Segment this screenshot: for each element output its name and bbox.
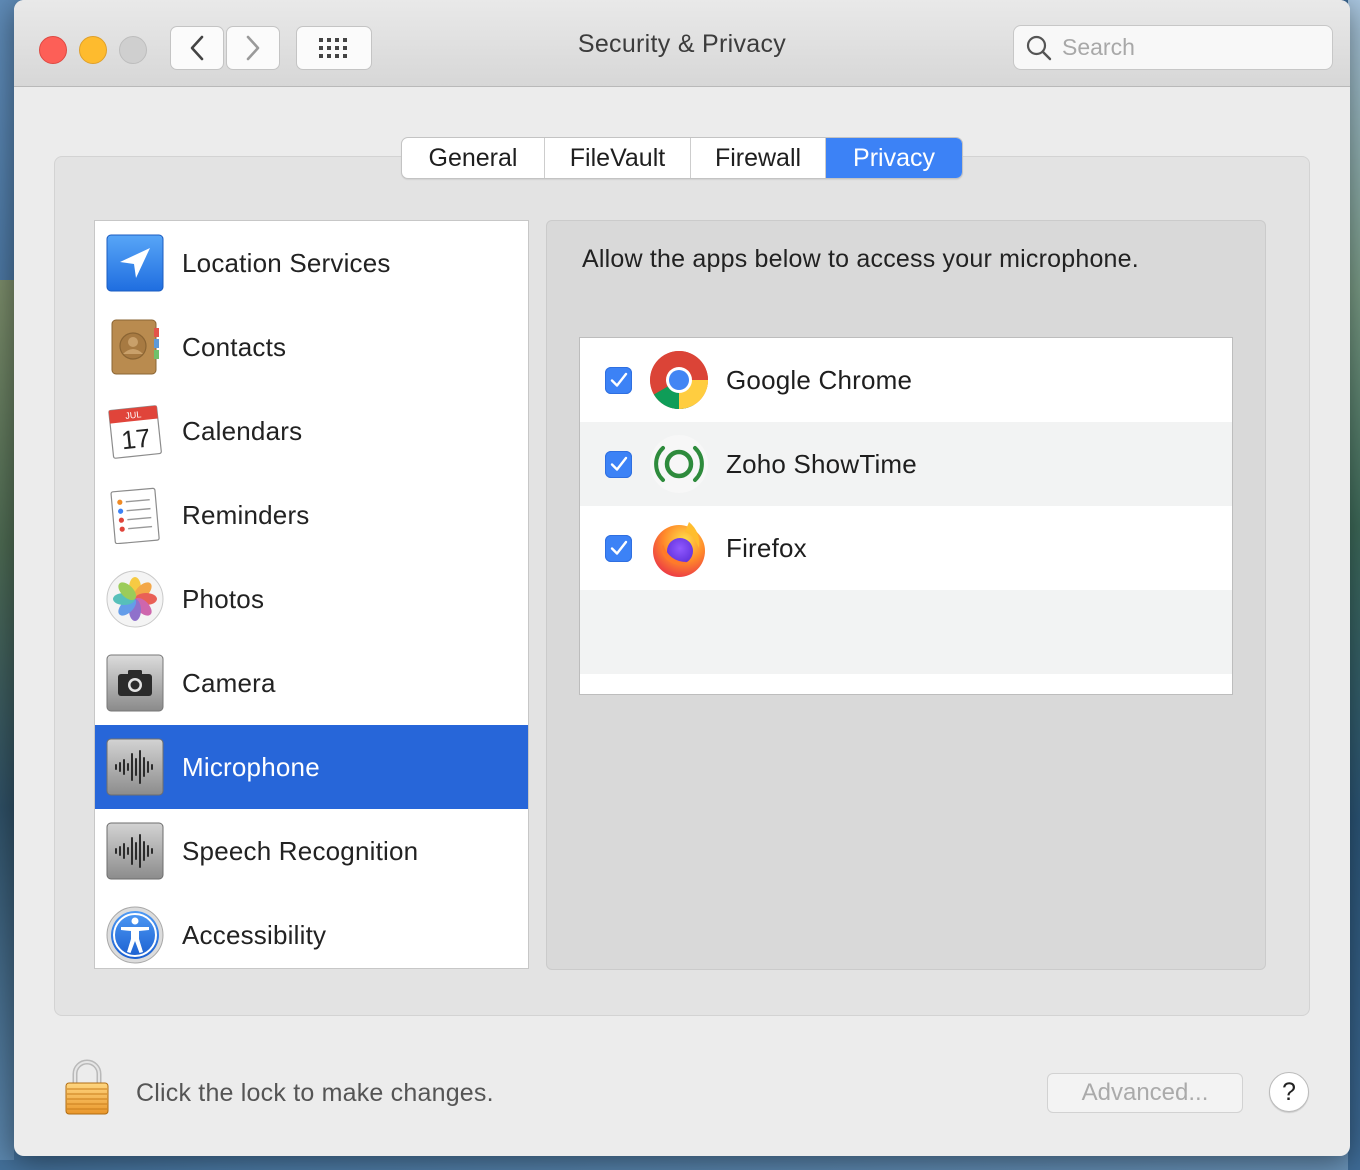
reminders-list-icon [106, 486, 164, 544]
search-field[interactable] [1013, 25, 1333, 70]
microphone-waveform-icon [106, 738, 164, 796]
calendar-month-text: JUL [125, 409, 142, 421]
photos-flower-icon [106, 570, 164, 628]
app-name: Google Chrome [726, 364, 913, 395]
desktop-wallpaper-left [0, 280, 14, 1160]
zoho-showtime-icon [650, 435, 708, 493]
sidebar-item-contacts[interactable]: Contacts [95, 305, 528, 389]
sidebar-item-label: Reminders [182, 499, 310, 530]
title-bar: Security & Privacy [14, 0, 1350, 87]
help-button[interactable]: ? [1269, 1072, 1309, 1112]
location-arrow-icon [106, 234, 164, 292]
tab-bar: General FileVault Firewall Privacy [401, 137, 963, 179]
lock-icon[interactable] [64, 1058, 110, 1116]
tab-filevault[interactable]: FileVault [545, 138, 691, 178]
sidebar-item-label: Speech Recognition [182, 835, 419, 866]
google-chrome-icon [650, 351, 708, 409]
sidebar-item-calendars[interactable]: JUL 17 Calendars [95, 389, 528, 473]
advanced-button[interactable]: Advanced... [1047, 1073, 1243, 1113]
calendar-icon: JUL 17 [106, 402, 164, 460]
checkmark-icon [610, 456, 627, 471]
app-permission-checkbox[interactable] [605, 534, 632, 562]
sidebar-item-label: Photos [182, 583, 265, 614]
app-permission-checkbox[interactable] [605, 366, 632, 394]
app-permission-list: Google Chrome Zoho ShowTime Firefox [579, 337, 1233, 695]
app-name: Zoho ShowTime [726, 448, 917, 479]
app-permission-checkbox[interactable] [605, 450, 632, 478]
sidebar-item-accessibility[interactable]: Accessibility [95, 893, 528, 968]
checkmark-icon [610, 540, 627, 555]
tab-general[interactable]: General [402, 138, 545, 178]
lock-message: Click the lock to make changes. [136, 1079, 494, 1107]
app-row-zoho-showtime[interactable]: Zoho ShowTime [580, 422, 1232, 506]
sidebar-item-camera[interactable]: Camera [95, 641, 528, 725]
sidebar-item-photos[interactable]: Photos [95, 557, 528, 641]
privacy-category-list: Location Services Contacts JUL 17 Calend… [94, 220, 529, 969]
sidebar-item-label: Location Services [182, 247, 391, 278]
tab-firewall[interactable]: Firewall [691, 138, 826, 178]
sidebar-item-label: Camera [182, 667, 276, 698]
accessibility-figure-icon [106, 906, 164, 964]
sidebar-item-label: Contacts [182, 331, 287, 362]
checkmark-icon [610, 372, 627, 387]
sidebar-item-location-services[interactable]: Location Services [95, 221, 528, 305]
security-privacy-window: Security & Privacy General FileVault Fir… [14, 0, 1350, 1156]
empty-list-row [580, 590, 1232, 674]
panel-description: Allow the apps below to access your micr… [582, 245, 1139, 273]
search-input[interactable] [1060, 33, 1314, 62]
app-row-firefox[interactable]: Firefox [580, 506, 1232, 590]
sidebar-item-label: Microphone [182, 751, 320, 782]
camera-icon [106, 654, 164, 712]
sidebar-item-microphone[interactable]: Microphone [95, 725, 528, 809]
search-icon [1026, 35, 1052, 60]
app-name: Firefox [726, 532, 807, 563]
sidebar-item-speech-recognition[interactable]: Speech Recognition [95, 809, 528, 893]
app-row-google-chrome[interactable]: Google Chrome [580, 338, 1232, 422]
firefox-icon [653, 522, 705, 577]
contacts-book-icon [106, 318, 164, 376]
sidebar-item-label: Accessibility [182, 919, 327, 950]
sidebar-item-label: Calendars [182, 415, 303, 446]
sidebar-item-reminders[interactable]: Reminders [95, 473, 528, 557]
tab-privacy[interactable]: Privacy [826, 138, 962, 178]
speech-waveform-icon [106, 822, 164, 880]
calendar-day-text: 17 [120, 423, 152, 456]
